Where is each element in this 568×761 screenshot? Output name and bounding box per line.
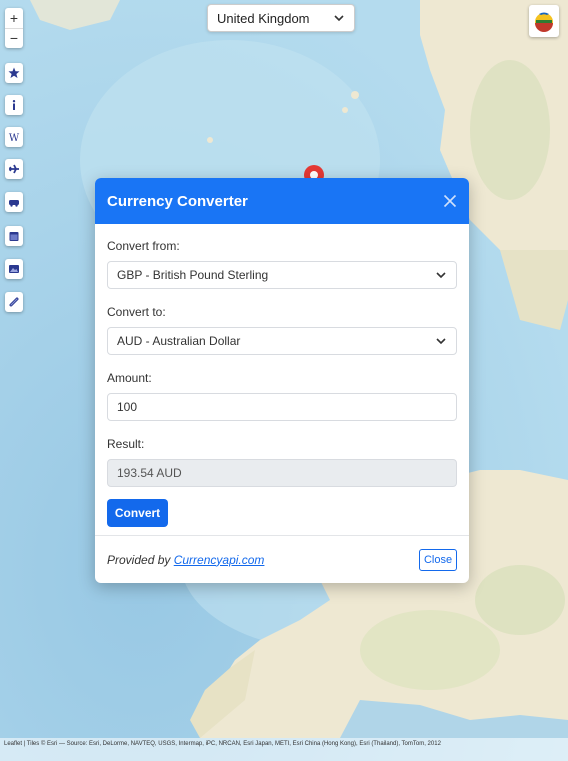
airports-button[interactable] [5,159,23,179]
to-currency-value: AUD - Australian Dollar [117,334,241,348]
calendar-button[interactable] [5,226,23,246]
plane-icon [9,164,19,174]
travel-button[interactable] [5,192,23,212]
modal-title: Currency Converter [107,192,248,210]
map-attribution: Leaflet | Tiles © Esri — Source: Esri, D… [0,738,568,761]
zoom-control: + − [5,8,23,48]
links-button[interactable] [5,292,23,312]
to-currency-select[interactable]: AUD - Australian Dollar [107,327,457,355]
image-icon [9,265,19,273]
amount-label: Amount: [107,371,152,385]
to-label: Convert to: [107,305,166,319]
from-currency-select[interactable]: GBP - British Pound Sterling [107,261,457,289]
car-icon [9,200,19,207]
chevron-down-icon [436,272,446,279]
from-label: Convert from: [107,239,180,253]
provided-by-text: Provided by Currencyapi.com [107,553,264,567]
close-button[interactable]: Close [419,549,457,571]
zoom-in-button[interactable]: + [5,8,23,29]
link-icon [9,297,19,307]
currency-converter-modal: Currency Converter Convert from: GBP - B… [95,178,469,583]
modal-footer: Provided by Currencyapi.com Close [95,535,469,583]
svg-text:W: W [9,133,20,143]
from-currency-value: GBP - British Pound Sterling [117,268,269,282]
country-select-value: United Kingdom [217,10,310,26]
info-icon [12,100,16,110]
favorites-button[interactable] [5,63,23,83]
star-icon [8,67,20,78]
chevron-down-icon [436,338,446,345]
modal-body: Convert from: GBP - British Pound Sterli… [95,239,469,527]
amount-value: 100 [117,400,138,414]
gallery-button[interactable] [5,259,23,279]
calendar-icon [9,232,19,241]
amount-input[interactable]: 100 [107,393,457,421]
globe-logo-icon [535,12,553,32]
wiki-icon: W [9,133,20,143]
convert-button[interactable]: Convert [107,499,168,527]
chevron-down-icon [334,15,344,22]
provided-by-label: Provided by [107,552,171,567]
result-field: 193.54 AUD [107,459,457,487]
result-label: Result: [107,437,145,451]
zoom-out-button[interactable]: − [5,29,23,49]
info-button[interactable] [5,95,23,115]
close-icon[interactable] [443,194,457,208]
modal-header: Currency Converter [95,178,469,224]
app-logo-button[interactable] [529,5,559,37]
country-select[interactable]: United Kingdom [207,4,355,32]
provider-link[interactable]: Currencyapi.com [174,553,265,567]
result-value: 193.54 AUD [117,466,182,480]
wikipedia-button[interactable]: W [5,127,23,147]
